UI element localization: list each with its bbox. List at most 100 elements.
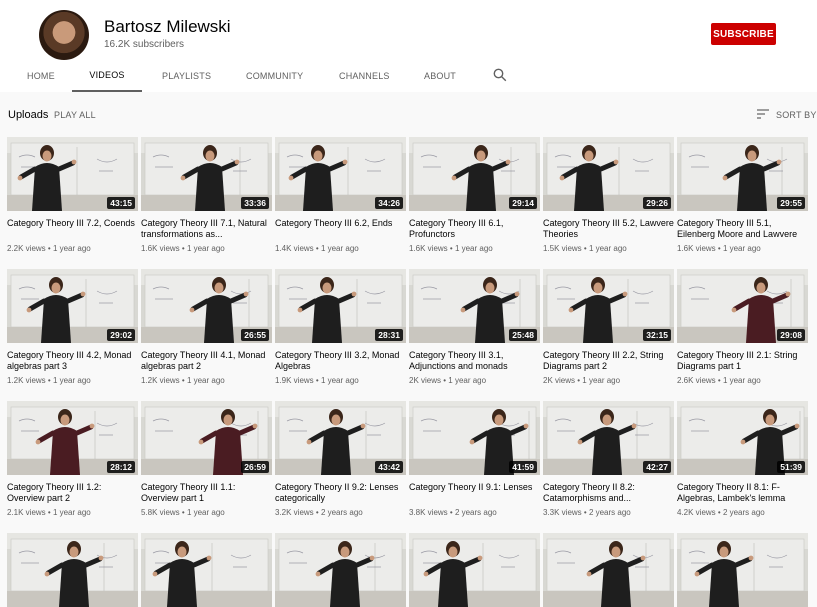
video-thumbnail[interactable]: 42:27 — [543, 401, 674, 475]
video-title[interactable]: Category Theory III 7.2, Coends — [7, 218, 138, 240]
video-title[interactable]: Category Theory III 6.1, Profunctors — [409, 218, 540, 240]
video-thumbnail[interactable]: 29:08 — [677, 269, 808, 343]
channel-avatar[interactable] — [39, 10, 89, 60]
tab-videos[interactable]: VIDEOS — [72, 60, 142, 92]
video-card[interactable]: 28:12 Category Theory III 1.2: Overview p… — [7, 401, 138, 517]
video-thumbnail[interactable] — [677, 533, 808, 607]
sort-icon[interactable] — [757, 108, 769, 120]
video-card[interactable]: 29:02 Category Theory III 4.2, Monad alge… — [7, 269, 138, 385]
video-title[interactable]: Category Theory III 5.2, Lawvere Theorie… — [543, 218, 674, 240]
video-card[interactable]: 29:14 Category Theory III 6.1, Profunctor… — [409, 137, 540, 253]
tab-community[interactable]: COMMUNITY — [246, 60, 303, 92]
sort-by-button[interactable]: SORT BY — [776, 110, 817, 120]
video-title[interactable]: Category Theory III 2.2, String Diagrams… — [543, 350, 674, 372]
meta-separator: • — [715, 508, 723, 517]
video-card[interactable] — [275, 533, 406, 607]
video-card[interactable] — [7, 533, 138, 607]
video-thumbnail[interactable]: 26:55 — [141, 269, 272, 343]
video-card[interactable]: 41:59 Category Theory II 9.1: Lenses 3.8K … — [409, 401, 540, 517]
video-views: 3.8K views — [409, 508, 448, 517]
video-card[interactable]: 33:36 Category Theory III 7.1, Natural tr… — [141, 137, 272, 253]
video-thumbnail[interactable]: 32:15 — [543, 269, 674, 343]
video-card[interactable]: 28:31 Category Theory III 3.2, Monad Alge… — [275, 269, 406, 385]
video-age: 1 year ago — [320, 376, 359, 385]
video-age: 2 years ago — [588, 508, 631, 517]
video-duration: 41:59 — [509, 461, 537, 473]
tab-playlists[interactable]: PLAYLISTS — [162, 60, 211, 92]
video-title[interactable]: Category Theory III 2.1: String Diagrams… — [677, 350, 808, 372]
video-title[interactable]: Category Theory III 4.1, Monad algebras … — [141, 350, 272, 372]
video-title[interactable]: Category Theory III 3.1, Adjunctions and… — [409, 350, 540, 372]
video-card[interactable]: 26:59 Category Theory III 1.1: Overview p… — [141, 401, 272, 517]
video-card[interactable]: 43:15 Category Theory III 7.2, Coends 2.2K… — [7, 137, 138, 253]
video-thumbnail[interactable] — [141, 533, 272, 607]
video-thumbnail[interactable]: 29:55 — [677, 137, 808, 211]
video-card[interactable]: 25:48 Category Theory III 3.1, Adjunction… — [409, 269, 540, 385]
video-card[interactable]: 29:26 Category Theory III 5.2, Lawvere Th… — [543, 137, 674, 253]
video-thumbnail[interactable]: 29:02 — [7, 269, 138, 343]
search-icon[interactable] — [493, 68, 507, 82]
video-thumbnail[interactable]: 28:12 — [7, 401, 138, 475]
meta-separator: • — [447, 244, 455, 253]
video-thumbnail[interactable]: 34:26 — [275, 137, 406, 211]
video-card[interactable]: 51:39 Category Theory II 8.1: F-Algebras,… — [677, 401, 808, 517]
video-thumbnail[interactable]: 29:14 — [409, 137, 540, 211]
tab-home[interactable]: HOME — [27, 60, 55, 92]
subscriber-count: 16.2K subscribers — [104, 39, 185, 50]
video-title[interactable]: Category Theory III 3.2, Monad Algebras — [275, 350, 406, 372]
video-views: 5.8K views — [141, 508, 180, 517]
video-title[interactable]: Category Theory II 8.1: F-Algebras, Lamb… — [677, 482, 808, 504]
video-card[interactable]: 34:26 Category Theory III 6.2, Ends 1.4K v… — [275, 137, 406, 253]
video-card[interactable]: 42:27 Category Theory II 8.2: Catamorphis… — [543, 401, 674, 517]
video-thumbnail[interactable] — [543, 533, 674, 607]
video-title[interactable]: Category Theory III 4.2, Monad algebras … — [7, 350, 138, 372]
video-thumbnail[interactable] — [7, 533, 138, 607]
video-thumbnail[interactable]: 29:26 — [543, 137, 674, 211]
video-card[interactable]: 43:42 Category Theory II 9.2: Lenses cate… — [275, 401, 406, 517]
video-card[interactable]: 29:08 Category Theory III 2.1: String Dia… — [677, 269, 808, 385]
video-title[interactable]: Category Theory III 6.2, Ends — [275, 218, 406, 240]
video-card[interactable]: 32:15 Category Theory III 2.2, String Dia… — [543, 269, 674, 385]
video-title[interactable]: Category Theory III 1.2: Overview part 2 — [7, 482, 138, 504]
tab-about[interactable]: ABOUT — [424, 60, 456, 92]
video-card[interactable] — [543, 533, 674, 607]
meta-separator: • — [447, 508, 455, 517]
video-title[interactable]: Category Theory II 9.2: Lenses categoric… — [275, 482, 406, 504]
video-card[interactable] — [409, 533, 540, 607]
video-card[interactable]: 26:55 Category Theory III 4.1, Monad alge… — [141, 269, 272, 385]
video-thumbnail[interactable]: 28:31 — [275, 269, 406, 343]
tab-channels[interactable]: CHANNELS — [339, 60, 390, 92]
meta-separator: • — [581, 244, 589, 253]
lecture-thumbnail-image — [543, 533, 674, 607]
meta-separator: • — [313, 508, 321, 517]
subscribe-button[interactable]: SUBSCRIBE — [711, 23, 776, 45]
video-thumbnail[interactable]: 41:59 — [409, 401, 540, 475]
video-thumbnail[interactable] — [275, 533, 406, 607]
meta-separator: • — [45, 244, 53, 253]
video-thumbnail[interactable]: 43:42 — [275, 401, 406, 475]
video-card[interactable] — [141, 533, 272, 607]
video-card[interactable] — [677, 533, 808, 607]
video-thumbnail[interactable]: 25:48 — [409, 269, 540, 343]
video-meta: 1.9K views • 1 year ago — [275, 376, 406, 385]
video-title[interactable]: Category Theory III 5.1, Eilenberg Moore… — [677, 218, 808, 240]
video-age: 1 year ago — [186, 244, 225, 253]
video-thumbnail[interactable]: 26:59 — [141, 401, 272, 475]
video-duration: 29:02 — [107, 329, 135, 341]
video-thumbnail[interactable]: 43:15 — [7, 137, 138, 211]
play-all-button[interactable]: PLAY ALL — [54, 110, 96, 120]
video-views: 3.2K views — [275, 508, 314, 517]
video-card[interactable]: 29:55 Category Theory III 5.1, Eilenberg … — [677, 137, 808, 253]
video-title[interactable]: Category Theory II 9.1: Lenses — [409, 482, 540, 504]
video-title[interactable]: Category Theory III 7.1, Natural transfo… — [141, 218, 272, 240]
video-thumbnail[interactable]: 51:39 — [677, 401, 808, 475]
video-age: 2 years ago — [320, 508, 363, 517]
meta-separator: • — [715, 244, 723, 253]
video-meta: 1.2K views • 1 year ago — [141, 376, 272, 385]
video-age: 1 year ago — [454, 244, 493, 253]
video-thumbnail[interactable]: 33:36 — [141, 137, 272, 211]
video-title[interactable]: Category Theory III 1.1: Overview part 1 — [141, 482, 272, 504]
video-title[interactable]: Category Theory II 8.2: Catamorphisms an… — [543, 482, 674, 504]
video-meta: 2.2K views • 1 year ago — [7, 244, 138, 253]
video-thumbnail[interactable] — [409, 533, 540, 607]
